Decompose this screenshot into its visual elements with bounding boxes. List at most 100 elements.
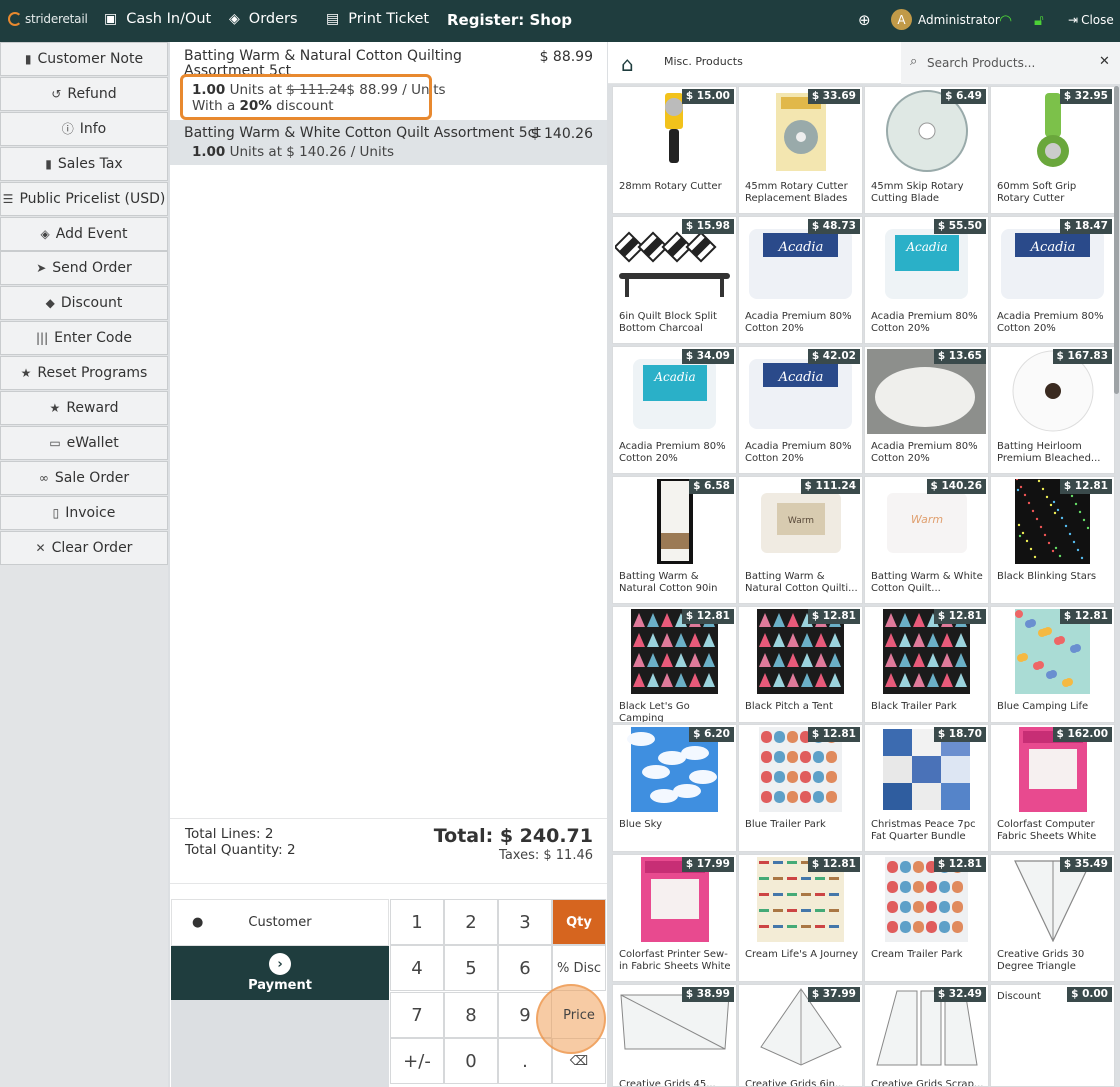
product-card[interactable]: $ 6.58 Batting Warm & Natural Cotton 90in… <box>612 476 737 604</box>
product-card[interactable]: $ 6.20 Blue Sky <box>612 724 737 852</box>
numpad-key-1[interactable]: 1 <box>390 899 444 945</box>
home-icon[interactable]: ⌂ <box>621 52 634 76</box>
svg-text:Acadia: Acadia <box>778 370 824 385</box>
control-label: eWallet <box>66 434 119 451</box>
product-card[interactable]: Warm $ 111.24 Batting Warm & Natural Cotto… <box>738 476 863 604</box>
product-card[interactable]: $ 32.95 60mm Soft Grip Rotary Cutter <box>990 86 1115 214</box>
product-card[interactable]: $ 35.49 Creative Grids 30 Degree Triangle… <box>990 854 1115 982</box>
logo-mark-icon <box>8 12 22 26</box>
price-badge: $ 34.09 <box>681 349 734 364</box>
control-invoice-button[interactable]: ▯ Invoice <box>0 495 168 530</box>
product-card[interactable]: $ 6.49 45mm Skip Rotary Cutting Blade <box>864 86 989 214</box>
control-clear-order-button[interactable]: ✕ Clear Order <box>0 530 168 565</box>
numpad-key-price[interactable]: Price <box>552 992 606 1038</box>
product-card[interactable]: $ 12.81 Blue Camping Life <box>990 606 1115 723</box>
product-card[interactable]: $ 13.65 Acadia Premium 80% Cotton 20% Pol… <box>864 346 989 474</box>
link-icon: ∞ <box>38 470 49 485</box>
control-ewallet-button[interactable]: ▭ eWallet <box>0 425 168 460</box>
control-discount-button[interactable]: ◆ Discount <box>0 286 168 321</box>
product-card[interactable]: $ 15.00 28mm Rotary Cutter <box>612 86 737 214</box>
product-card[interactable]: $ 32.49 Creative Grids Scrap... <box>864 984 989 1087</box>
product-card[interactable]: $ 37.99 Creative Grids 6in... <box>738 984 863 1087</box>
print-label: Print Ticket <box>348 11 430 27</box>
control-send-order-button[interactable]: ➤ Send Order <box>0 251 168 286</box>
send-icon: ➤ <box>36 261 47 276</box>
numpad-key-6[interactable]: 6 <box>498 945 552 991</box>
control-label: Customer Note <box>37 51 144 67</box>
numpad-key-decimal[interactable]: . <box>498 1038 552 1084</box>
control-enter-code-button[interactable]: ||| Enter Code <box>0 321 168 356</box>
price-badge: $ 17.99 <box>681 857 734 872</box>
control-info-button[interactable]: ⓘ Info <box>0 111 168 146</box>
numpad-key-4[interactable]: 4 <box>390 945 444 991</box>
product-name: Black Trailer Park <box>871 701 957 712</box>
category-breadcrumb[interactable]: Misc. Products <box>664 55 743 68</box>
payment-label: Payment <box>248 978 312 993</box>
tag-icon: ◈ <box>40 226 50 241</box>
product-card[interactable]: Acadia $ 55.50 Acadia Premium 80% Cotton 2… <box>864 216 989 344</box>
product-card[interactable]: $ 12.81 Cream Trailer Park <box>864 854 989 982</box>
cash-label: Cash In/Out <box>126 11 212 27</box>
product-scrollbar[interactable] <box>1114 86 1119 394</box>
order-line-info: 1.00 Units at $ 140.26 / Units <box>192 144 394 160</box>
orders-button[interactable]: ◈ Orders <box>229 11 298 27</box>
numpad-key-sign[interactable]: +/- <box>390 1038 444 1084</box>
control-reward-button[interactable]: ★ Reward <box>0 391 168 425</box>
customer-label: Customer <box>248 915 312 930</box>
product-card[interactable]: $ 17.99 Colorfast Printer Sew-in Fabric S… <box>612 854 737 982</box>
product-card[interactable]: Acadia $ 18.47 Acadia Premium 80% Cotton 2… <box>990 216 1115 344</box>
control-sale-order-button[interactable]: ∞ Sale Order <box>0 460 168 495</box>
control-label: Info <box>79 120 107 137</box>
product-card[interactable]: $ 12.81 Cream Life's A Journey <box>738 854 863 982</box>
numpad-key-7[interactable]: 7 <box>390 992 444 1038</box>
control-customer-note-button[interactable]: ▮ Customer Note <box>0 42 168 76</box>
order-taxes: Taxes: $ 11.46 <box>499 848 593 863</box>
order-line-selected[interactable]: Batting Warm & White Cotton Quilt Assort… <box>170 120 607 165</box>
product-card[interactable]: $ 12.81 Black Trailer Park <box>864 606 989 723</box>
price-badge: $ 12.81 <box>807 857 860 872</box>
numpad-key-3[interactable]: 3 <box>498 899 552 945</box>
product-card[interactable]: $ 33.69 45mm Rotary Cutter Replacement Bl… <box>738 86 863 214</box>
close-button[interactable]: ⇥ Close <box>1068 13 1114 27</box>
print-ticket-button[interactable]: ▤ Print Ticket <box>326 11 429 27</box>
product-card[interactable]: Warm $ 140.26 Batting Warm & White Cotton … <box>864 476 989 604</box>
product-card[interactable]: $ 15.98 6in Quilt Block Split Bottom Char… <box>612 216 737 344</box>
control-refund-button[interactable]: ↺ Refund <box>0 76 168 111</box>
product-card[interactable]: Acadia $ 42.02 Acadia Premium 80% Cotton 2… <box>738 346 863 474</box>
search-input[interactable] <box>927 52 1087 74</box>
numpad-key-0[interactable]: 0 <box>444 1038 498 1084</box>
control-sales-tax-button[interactable]: ▮ Sales Tax <box>0 146 168 181</box>
product-card[interactable]: $ 18.70 Christmas Peace 7pc Fat Quarter B… <box>864 724 989 852</box>
product-card[interactable]: $ 162.00 Colorfast Computer Fabric Sheets… <box>990 724 1115 852</box>
product-name: Acadia Premium 80% Cotton 20% Polyester.… <box>997 311 1104 334</box>
product-card[interactable]: $ 38.99 Creative Grids 45... <box>612 984 737 1087</box>
customer-button[interactable]: ● Customer <box>171 899 389 946</box>
product-name: Acadia Premium 80% Cotton 20% Polyester.… <box>619 441 726 464</box>
product-name: 28mm Rotary Cutter <box>619 181 722 192</box>
user-menu[interactable]: A Administrator <box>891 9 1000 30</box>
product-card[interactable]: $ 12.81 Black Pitch a Tent <box>738 606 863 723</box>
product-card[interactable]: $ 12.81 Black Blinking Stars <box>990 476 1115 604</box>
product-card[interactable]: $ 0.00 Discount <box>990 984 1115 1087</box>
control-reset-programs-button[interactable]: ★ Reset Programs <box>0 356 168 391</box>
product-card[interactable]: Acadia $ 34.09 Acadia Premium 80% Cotton 2… <box>612 346 737 474</box>
product-name: Creative Grids Scrap... <box>871 1079 984 1087</box>
numpad-key-2[interactable]: 2 <box>444 899 498 945</box>
clear-search-icon[interactable]: ✕ <box>1099 54 1110 69</box>
numpad-key-8[interactable]: 8 <box>444 992 498 1038</box>
price-badge: $ 12.81 <box>933 857 986 872</box>
product-card[interactable]: $ 12.81 Black Let's Go Camping <box>612 606 737 723</box>
price-badge: $ 38.99 <box>681 987 734 1002</box>
control-public-pricelist-usd-button[interactable]: ☰ Public Pricelist (USD) <box>0 181 168 216</box>
product-card[interactable]: $ 12.81 Blue Trailer Park <box>738 724 863 852</box>
numpad-key-5[interactable]: 5 <box>444 945 498 991</box>
payment-button[interactable]: › Payment <box>171 946 389 1000</box>
help-lifebuoy-icon[interactable]: ⊕ <box>858 11 871 29</box>
product-card[interactable]: Acadia $ 48.73 Acadia Premium 80% Cotton 2… <box>738 216 863 344</box>
product-card[interactable]: $ 167.83 Batting Heirloom Premium Bleache… <box>990 346 1115 474</box>
cash-in-out-button[interactable]: ▣ Cash In/Out <box>104 11 211 27</box>
unlock-icon[interactable]: 🔓︎ <box>1034 11 1044 29</box>
units-at-label: Units at <box>229 144 282 160</box>
numpad-key-qty[interactable]: Qty <box>552 899 606 945</box>
control-add-event-button[interactable]: ◈ Add Event <box>0 216 168 251</box>
